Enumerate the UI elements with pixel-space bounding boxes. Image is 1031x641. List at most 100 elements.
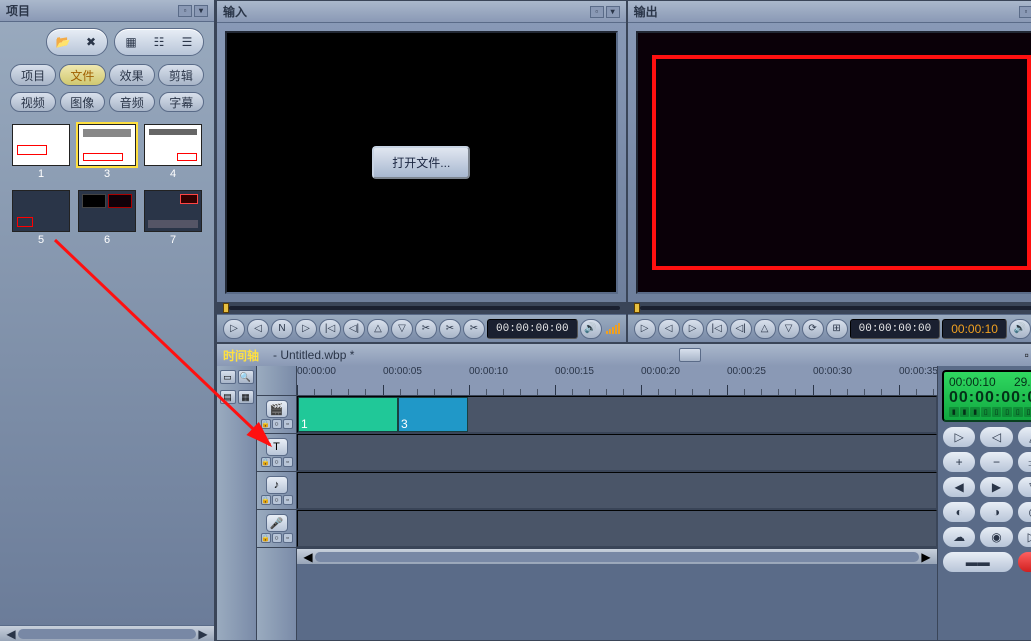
- mute-icon[interactable]: ○: [272, 457, 282, 467]
- media-tab-subtitle[interactable]: 字幕: [159, 92, 205, 112]
- media-tab-audio[interactable]: 音频: [109, 92, 155, 112]
- marker2-button[interactable]: ◑: [979, 501, 1013, 523]
- timeline-tool-icon[interactable]: [679, 348, 701, 362]
- export-button[interactable]: ▬▬: [942, 551, 1014, 573]
- stepback-button[interactable]: ◁|: [730, 319, 752, 339]
- audio-track[interactable]: [297, 472, 937, 510]
- next-marker-button[interactable]: N: [271, 319, 293, 339]
- up-button[interactable]: △: [1017, 426, 1031, 448]
- clip[interactable]: 3: [398, 397, 468, 432]
- text-track[interactable]: [297, 434, 937, 472]
- cut-button[interactable]: ✂: [415, 319, 437, 339]
- lock-icon[interactable]: 🔒: [261, 533, 271, 543]
- stepback-button[interactable]: ◁|: [343, 319, 365, 339]
- skipback-button[interactable]: |◁: [706, 319, 728, 339]
- clip[interactable]: 1: [298, 397, 398, 432]
- solo-icon[interactable]: ▫: [283, 533, 293, 543]
- output-scrub-bar[interactable]: [628, 302, 1031, 314]
- down-button[interactable]: ▽: [778, 319, 800, 339]
- marker1-button[interactable]: ◐: [942, 501, 976, 523]
- play-button[interactable]: ▷: [942, 426, 976, 448]
- input-scrub-bar[interactable]: [217, 302, 626, 314]
- record-button[interactable]: ●: [1017, 551, 1031, 573]
- prev-button[interactable]: ◁: [979, 426, 1013, 448]
- skipfwd-button[interactable]: ▷|: [1017, 526, 1031, 548]
- marker3-button[interactable]: ◉: [1017, 501, 1031, 523]
- tab-clip[interactable]: 剪辑: [158, 64, 204, 86]
- solo-icon[interactable]: ▫: [283, 457, 293, 467]
- timeline-scrollbar[interactable]: ◀ ▶: [297, 548, 937, 564]
- up-button[interactable]: △: [754, 319, 776, 339]
- lock-icon[interactable]: 🔒: [261, 495, 271, 505]
- end-button[interactable]: ▶: [979, 476, 1013, 498]
- thumbnail-item[interactable]: 3: [78, 124, 136, 180]
- mute-icon[interactable]: ○: [272, 495, 282, 505]
- panel-close-icon[interactable]: ▾: [606, 6, 620, 18]
- thumbnail-item[interactable]: 1: [12, 124, 70, 180]
- video-track[interactable]: 1 3: [297, 396, 937, 434]
- safe-area-button[interactable]: ⊞: [826, 319, 848, 339]
- down-button[interactable]: ▽: [391, 319, 413, 339]
- solo-icon[interactable]: ▫: [283, 419, 293, 429]
- panel-minimize-icon[interactable]: ▫: [590, 6, 604, 18]
- media-tab-image[interactable]: 图像: [60, 92, 106, 112]
- home-button[interactable]: ◀: [942, 476, 976, 498]
- panel-minimize-icon[interactable]: ▫: [1025, 348, 1029, 362]
- scroll-right-icon[interactable]: ▶: [196, 627, 210, 641]
- voice-track[interactable]: [297, 510, 937, 548]
- play-button[interactable]: ▷: [223, 319, 245, 339]
- mute-icon[interactable]: ○: [272, 533, 282, 543]
- panel-close-icon[interactable]: ▾: [194, 5, 208, 17]
- media-tab-video[interactable]: 视频: [10, 92, 56, 112]
- next-button[interactable]: ▷: [682, 319, 704, 339]
- panel-minimize-icon[interactable]: ▫: [1019, 6, 1031, 18]
- cut-out-button[interactable]: ✂: [463, 319, 485, 339]
- panel-minimize-icon[interactable]: ▫: [178, 5, 192, 17]
- minus-button[interactable]: −: [979, 451, 1013, 473]
- lock-icon[interactable]: 🔒: [261, 419, 271, 429]
- tl-tool-move-icon[interactable]: ▦: [238, 390, 254, 404]
- delete-icon[interactable]: ✖: [77, 31, 105, 53]
- tab-file[interactable]: 文件: [59, 64, 105, 86]
- mute-icon[interactable]: ○: [272, 419, 282, 429]
- tl-tool-cut-icon[interactable]: ▤: [220, 390, 236, 404]
- next-button[interactable]: ▷: [295, 319, 317, 339]
- up-button[interactable]: △: [367, 319, 389, 339]
- solo-icon[interactable]: ▫: [283, 495, 293, 505]
- down-button[interactable]: ▽: [1017, 476, 1031, 498]
- volume-icon[interactable]: 🔊: [580, 319, 602, 339]
- thumbnail-item[interactable]: 5: [12, 190, 70, 246]
- loop-button[interactable]: ⟳: [802, 319, 824, 339]
- timeline-ruler[interactable]: 00:00:0000:00:0500:00:1000:00:1500:00:20…: [297, 366, 937, 395]
- view-list-icon[interactable]: ☷: [145, 31, 173, 53]
- scroll-left-icon[interactable]: ◀: [301, 550, 315, 564]
- tab-project[interactable]: 项目: [10, 64, 56, 86]
- open-folder-icon[interactable]: 📂: [49, 31, 77, 53]
- skipback-button[interactable]: |◁: [319, 319, 341, 339]
- cut-in-button[interactable]: ✂: [439, 319, 461, 339]
- scroll-left-icon[interactable]: ◀: [4, 627, 18, 641]
- link-button[interactable]: ⫘: [1017, 451, 1031, 473]
- lock-icon[interactable]: 🔒: [261, 457, 271, 467]
- music-icon[interactable]: ♪: [266, 476, 288, 494]
- prev-button[interactable]: ◁: [658, 319, 680, 339]
- play-button[interactable]: ▷: [634, 319, 656, 339]
- tab-effects[interactable]: 效果: [109, 64, 155, 86]
- tl-tool-zoom-icon[interactable]: 🔍: [238, 370, 254, 384]
- reel-button[interactable]: ◉: [979, 526, 1013, 548]
- camera-icon[interactable]: 🎬: [266, 400, 288, 418]
- view-grid-icon[interactable]: ▦: [117, 31, 145, 53]
- open-file-button[interactable]: 打开文件...: [372, 146, 470, 179]
- view-detail-icon[interactable]: ☰: [173, 31, 201, 53]
- scroll-right-icon[interactable]: ▶: [919, 550, 933, 564]
- thumbnail-item[interactable]: 6: [78, 190, 136, 246]
- project-scrollbar[interactable]: ◀ ▶: [0, 625, 214, 641]
- text-icon[interactable]: T: [266, 438, 288, 456]
- plus-button[interactable]: +: [942, 451, 976, 473]
- thumbnail-item[interactable]: 7: [144, 190, 202, 246]
- tl-tool-select-icon[interactable]: ▭: [220, 370, 236, 384]
- volume-icon[interactable]: 🔊: [1009, 319, 1031, 339]
- cloud-button[interactable]: ☁: [942, 526, 976, 548]
- thumbnail-item[interactable]: 4: [144, 124, 202, 180]
- mic-icon[interactable]: 🎤: [266, 514, 288, 532]
